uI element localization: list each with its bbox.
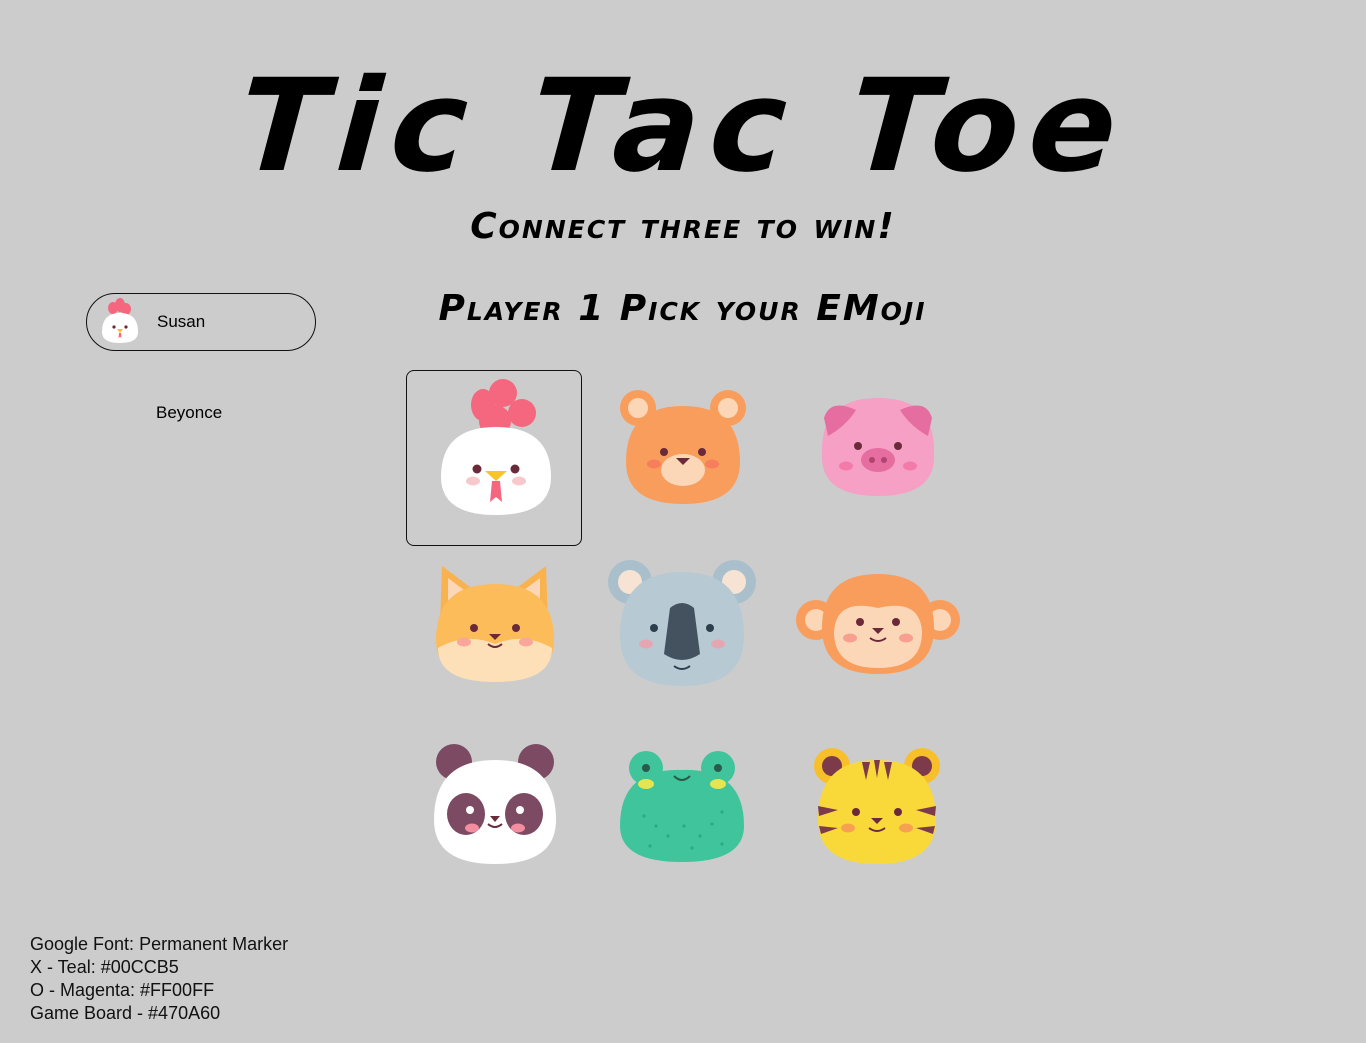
- chicken-icon: [441, 379, 551, 515]
- chicken-icon: [102, 298, 138, 343]
- note-board-color: Game Board - #470A60: [30, 1003, 221, 1023]
- player-name: Susan: [157, 312, 206, 331]
- player-item-beyonce[interactable]: Beyonce: [86, 385, 316, 443]
- emoji-option-monkey[interactable]: [786, 558, 962, 734]
- emoji-option-pig[interactable]: [786, 370, 962, 546]
- player-list: Susan Beyonce: [86, 293, 316, 443]
- player-name: Beyonce: [156, 403, 223, 422]
- note-font: Google Font: Permanent Marker: [30, 934, 289, 954]
- emoji-option-chicken[interactable]: [406, 370, 582, 546]
- monkey-icon: [796, 574, 960, 674]
- emoji-option-panda[interactable]: [406, 738, 582, 914]
- note-o-color: O - Magenta: #FF00FF: [30, 980, 215, 1000]
- emoji-option-koala[interactable]: [594, 558, 770, 734]
- emoji-option-tiger[interactable]: [786, 738, 962, 914]
- frog-icon: [620, 751, 744, 862]
- panda-icon: [434, 744, 556, 864]
- page-subtitle: Connect three to win!: [470, 206, 896, 247]
- pig-icon: [821, 398, 935, 496]
- bear-icon: [620, 390, 746, 504]
- pick-emoji-heading: Player 1 Pick your EMoji: [438, 288, 927, 329]
- emoji-option-fox[interactable]: [406, 558, 582, 734]
- koala-icon: [608, 560, 756, 686]
- emoji-option-bear[interactable]: [594, 370, 770, 546]
- tiger-icon: [814, 748, 940, 864]
- player-item-susan[interactable]: Susan: [86, 293, 316, 351]
- fox-icon: [436, 566, 554, 682]
- design-notes: Google Font: Permanent Marker X - Teal: …: [30, 933, 288, 1025]
- emoji-option-frog[interactable]: [594, 738, 770, 914]
- emoji-grid: [406, 370, 976, 910]
- note-x-color: X - Teal: #00CCB5: [30, 957, 179, 977]
- page-title: Tic Tac Toe: [234, 52, 1132, 201]
